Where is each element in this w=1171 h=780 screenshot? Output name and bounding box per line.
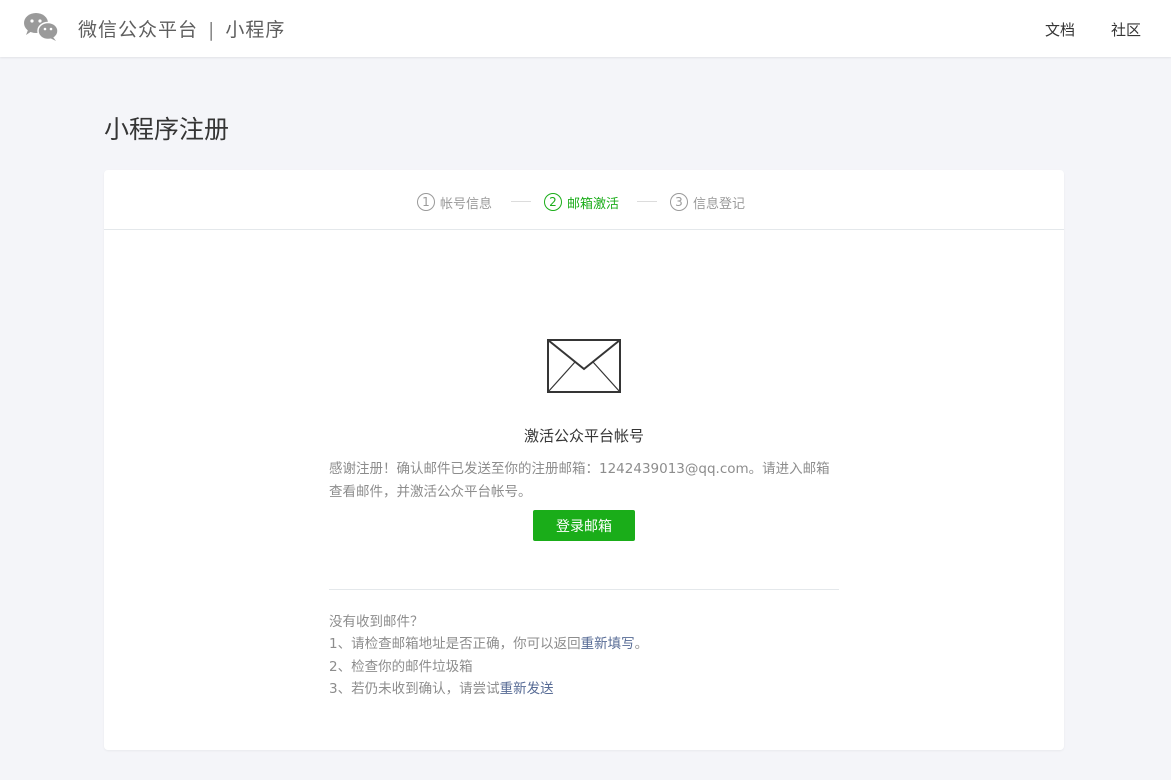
help-item-2: 2、检查你的邮件垃圾箱 xyxy=(329,658,473,675)
help-item-1-text: 1、请检查邮箱地址是否正确，你可以返回 xyxy=(329,636,581,653)
product-name: 小程序 xyxy=(225,19,286,41)
login-mailbox-button[interactable]: 登录邮箱 xyxy=(533,510,635,541)
help-heading: 没有收到邮件？ xyxy=(329,614,424,630)
step-label: 信息登记 xyxy=(693,196,746,212)
brand-separator: | xyxy=(208,19,216,41)
step-account-info: 1 帐号信息 xyxy=(417,192,492,212)
step-number: 1 xyxy=(417,193,435,211)
help-section: 没有收到邮件？ 1、请检查邮箱地址是否正确，你可以返回重新填写。 2、检查你的邮… xyxy=(329,611,869,700)
resend-link[interactable]: 重新发送 xyxy=(500,681,554,697)
step-label: 邮箱激活 xyxy=(567,196,620,212)
step-connector xyxy=(637,201,657,202)
help-item-3-text: 3、若仍未收到确认，请尝试 xyxy=(329,680,500,697)
activation-description: 感谢注册！确认邮件已发送至你的注册邮箱：1242439013@qq.com。请进… xyxy=(329,461,830,500)
help-item-3: 3、若仍未收到确认，请尝试重新发送 xyxy=(329,678,869,700)
nav-community-link[interactable]: 社区 xyxy=(1111,19,1141,40)
registration-card: 1 帐号信息 2 邮箱激活 3 信息登记 激活公众平台帐号 感谢注册！确认邮件已… xyxy=(104,170,1064,750)
refill-link[interactable]: 重新填写 xyxy=(581,636,635,652)
help-item-1: 1、请检查邮箱地址是否正确，你可以返回重新填写。 xyxy=(329,633,869,655)
page-title: 小程序注册 xyxy=(104,115,230,144)
divider xyxy=(329,589,839,590)
step-info-registration: 3 信息登记 xyxy=(670,192,745,212)
step-connector xyxy=(511,201,531,202)
step-indicator: 1 帐号信息 2 邮箱激活 3 信息登记 xyxy=(104,170,1064,230)
activation-title: 激活公众平台帐号 xyxy=(523,427,644,445)
nav-docs-link[interactable]: 文档 xyxy=(1045,19,1075,40)
help-item-1-suffix: 。 xyxy=(634,636,649,653)
step-number: 2 xyxy=(544,193,562,211)
envelope-icon xyxy=(547,339,621,393)
step-number: 3 xyxy=(670,193,688,211)
step-label: 帐号信息 xyxy=(440,196,493,212)
platform-title: 微信公众平台 | 小程序 xyxy=(78,15,285,42)
wechat-logo-icon[interactable] xyxy=(23,12,59,42)
top-navigation-bar: 微信公众平台 | 小程序 文档 社区 xyxy=(0,0,1171,57)
step-email-activation: 2 邮箱激活 xyxy=(544,192,619,212)
brand-name[interactable]: 微信公众平台 xyxy=(78,19,198,41)
